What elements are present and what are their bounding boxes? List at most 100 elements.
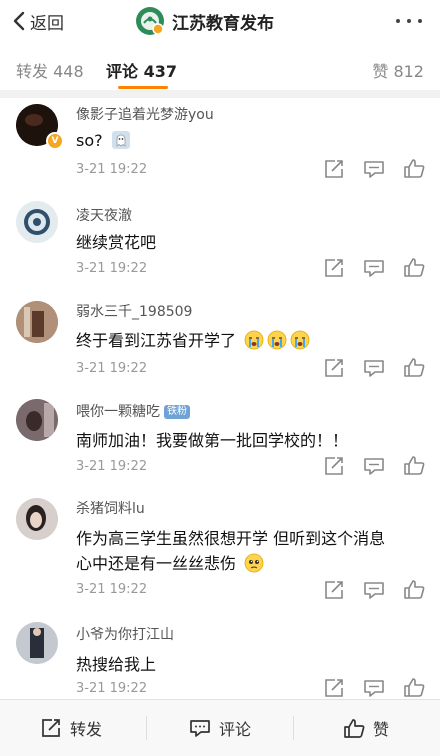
like-button[interactable] bbox=[403, 579, 425, 599]
comment-text: 热搜给我上 bbox=[76, 655, 157, 674]
top-nav-bar: 返回 江苏教育发布 bbox=[0, 0, 440, 42]
like-button[interactable] bbox=[403, 357, 425, 377]
comment-time: 3-21 19:22 bbox=[76, 582, 148, 597]
comment-icon bbox=[364, 161, 384, 178]
thumbs-up-icon bbox=[404, 258, 425, 277]
more-dot bbox=[407, 19, 411, 23]
share-button[interactable] bbox=[323, 358, 345, 378]
repost-button[interactable]: 转发 bbox=[40, 716, 102, 740]
bottom-action-bar: 转发 评论 赞 bbox=[0, 699, 440, 756]
comment-text: 终于看到江苏省开学了 bbox=[76, 331, 237, 350]
comment-text: so? bbox=[76, 131, 103, 150]
reply-button[interactable] bbox=[363, 258, 385, 278]
like-button[interactable] bbox=[403, 455, 425, 475]
comment-text: 南师加油！我要做第一批回学校的！！ bbox=[76, 431, 349, 450]
comment-username[interactable]: 喂你一颗糖吃 bbox=[76, 404, 160, 420]
comment-username[interactable]: 弱水三千_198509 bbox=[76, 301, 192, 321]
comment-label: 评论 bbox=[219, 720, 252, 739]
thumbs-up-icon bbox=[404, 159, 425, 178]
comment-username-row: 喂你一颗糖吃 铁粉 bbox=[76, 401, 190, 421]
comment-username[interactable]: 杀猪饲料lu bbox=[76, 498, 145, 518]
comment-username[interactable]: 小爷为你打江山 bbox=[76, 624, 174, 644]
comment-button[interactable]: 评论 bbox=[189, 716, 251, 740]
reply-button[interactable] bbox=[363, 580, 385, 600]
tab-comment[interactable]: 评论 437 bbox=[106, 58, 177, 82]
like-label: 赞 bbox=[373, 720, 390, 739]
comment-icon bbox=[364, 360, 384, 377]
comment-text-row: so? bbox=[76, 130, 131, 150]
comment-icon bbox=[364, 680, 384, 697]
active-tab-indicator bbox=[118, 86, 168, 89]
comment-username[interactable]: 凌天夜澈 bbox=[76, 205, 132, 225]
repost-label: 转发 bbox=[70, 720, 103, 739]
comment-time: 3-21 19:22 bbox=[76, 261, 148, 276]
share-icon bbox=[325, 457, 343, 475]
ghost-emoji-icon bbox=[111, 131, 130, 149]
comment-icon bbox=[364, 458, 384, 475]
comment-time: 3-21 19:22 bbox=[76, 361, 148, 376]
verified-badge: V bbox=[46, 132, 64, 150]
avatar[interactable] bbox=[16, 622, 58, 664]
divider bbox=[146, 716, 147, 740]
chevron-left-icon bbox=[13, 11, 25, 31]
back-label: 返回 bbox=[30, 13, 64, 34]
avatar[interactable] bbox=[16, 498, 58, 540]
tab-bar: 转发 448 评论 437 赞 812 bbox=[0, 42, 440, 91]
share-icon bbox=[325, 581, 343, 599]
comment-icon bbox=[364, 260, 384, 277]
share-icon bbox=[325, 160, 343, 178]
more-dot bbox=[418, 19, 422, 23]
comment-text-line1: 作为高三学生虽然很想开学 但听到这个消息 bbox=[76, 529, 386, 548]
share-icon bbox=[325, 679, 343, 697]
like-button[interactable] bbox=[403, 158, 425, 178]
share-button[interactable] bbox=[323, 258, 345, 278]
crying-emoji-icon bbox=[244, 330, 264, 350]
comment-username[interactable]: 像影子追着光梦游you bbox=[76, 104, 214, 124]
pleading-emoji-icon bbox=[244, 553, 264, 573]
like-button[interactable] bbox=[403, 677, 425, 697]
share-button[interactable] bbox=[323, 159, 345, 179]
share-icon bbox=[42, 719, 60, 737]
tab-repost[interactable]: 转发 448 bbox=[16, 58, 84, 82]
more-button[interactable] bbox=[396, 12, 422, 30]
comment-icon bbox=[364, 582, 384, 599]
comment-text: 继续赏花吧 bbox=[76, 233, 157, 252]
share-button[interactable] bbox=[323, 678, 345, 698]
like-button[interactable] bbox=[403, 257, 425, 277]
fan-badge: 铁粉 bbox=[164, 405, 190, 419]
comment-text-row: 终于看到江苏省开学了 bbox=[76, 327, 310, 351]
reply-button[interactable] bbox=[363, 678, 385, 698]
divider bbox=[293, 716, 294, 740]
avatar[interactable] bbox=[16, 399, 58, 441]
crying-emoji-icon bbox=[290, 330, 310, 350]
comment-time: 3-21 19:22 bbox=[76, 681, 148, 696]
comment-text-line2: 心中还是有一丝丝悲伤 bbox=[76, 554, 237, 573]
more-dots-icon bbox=[396, 19, 400, 23]
crying-emoji-icon bbox=[267, 330, 287, 350]
tab-like[interactable]: 赞 812 bbox=[372, 58, 424, 82]
share-icon bbox=[325, 359, 343, 377]
thumbs-up-icon bbox=[404, 456, 425, 475]
avatar[interactable] bbox=[16, 201, 58, 243]
share-button[interactable] bbox=[323, 456, 345, 476]
comment-time: 3-21 19:22 bbox=[76, 162, 148, 177]
like-button[interactable]: 赞 bbox=[343, 716, 389, 740]
comment-text-row: 心中还是有一丝丝悲伤 bbox=[76, 550, 264, 574]
avatar[interactable] bbox=[16, 301, 58, 343]
share-icon bbox=[325, 259, 343, 277]
thumbs-up-icon bbox=[404, 358, 425, 377]
comment-icon bbox=[190, 720, 210, 737]
reply-button[interactable] bbox=[363, 358, 385, 378]
reply-button[interactable] bbox=[363, 456, 385, 476]
thumbs-up-icon bbox=[404, 678, 425, 697]
back-button[interactable]: 返回 bbox=[12, 9, 64, 34]
comment-time: 3-21 19:22 bbox=[76, 459, 148, 474]
account-logo bbox=[136, 7, 164, 35]
thumbs-up-icon bbox=[344, 719, 365, 738]
account-name: 江苏教育发布 bbox=[172, 13, 274, 34]
section-divider bbox=[0, 90, 440, 98]
share-button[interactable] bbox=[323, 580, 345, 600]
account-title[interactable]: 江苏教育发布 bbox=[136, 6, 274, 36]
reply-button[interactable] bbox=[363, 159, 385, 179]
thumbs-up-icon bbox=[404, 580, 425, 599]
